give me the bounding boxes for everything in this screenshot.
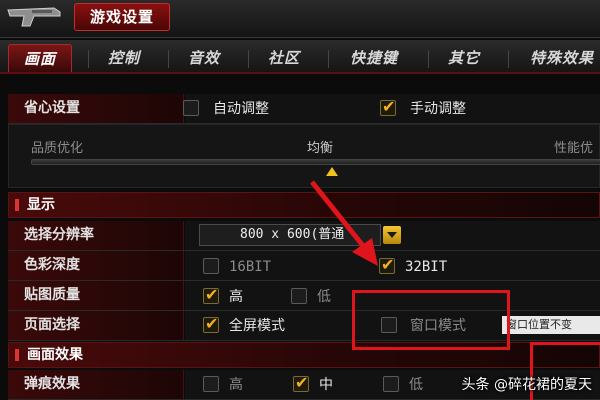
worry-free-row: 省心设置 自动调整 手动调整: [8, 94, 600, 124]
tab-controls[interactable]: 控制: [94, 44, 154, 72]
fullscreen-label: 全屏模式: [229, 318, 285, 334]
auto-adjust-checkbox[interactable]: [183, 100, 199, 116]
bullet-mid-label: 中: [319, 377, 333, 393]
texture-low-checkbox[interactable]: [291, 288, 307, 304]
bullet-low-checkbox[interactable]: [383, 376, 399, 392]
display-section-header: 显示: [8, 192, 600, 218]
manual-adjust-checkbox[interactable]: [380, 97, 396, 116]
color-16bit-label: 16BIT: [229, 259, 272, 275]
texture-quality-label: 贴图质量: [8, 281, 184, 310]
tab-divider: [248, 50, 249, 68]
resolution-row: 选择分辨率 800 x 600(普通: [8, 221, 600, 251]
quality-label-right: 性能优: [554, 141, 594, 156]
quality-slider-track[interactable]: [31, 159, 600, 165]
tab-sound[interactable]: 音效: [174, 44, 234, 72]
tab-special-effects[interactable]: 特殊效果: [514, 44, 600, 72]
tab-divider: [428, 50, 429, 68]
bullet-low-label: 低: [409, 377, 423, 393]
resolution-select[interactable]: 800 x 600(普通: [199, 224, 381, 246]
bullet-high-label: 高: [229, 377, 243, 393]
title-bar: 游戏设置: [0, 0, 600, 38]
bullet-mid-checkbox[interactable]: [293, 373, 309, 392]
bullet-marks-label: 弹痕效果: [8, 370, 184, 399]
texture-low-label: 低: [317, 289, 331, 305]
page-mode-label: 页面选择: [8, 311, 184, 340]
watermark-text: 头条 @碎花裙的夏天: [461, 377, 592, 393]
quality-label-left: 品质优化: [31, 141, 84, 156]
tab-divider: [88, 50, 89, 68]
color-32bit-label: 32BIT: [405, 259, 448, 275]
worry-free-options: 自动调整 手动调整: [183, 94, 600, 123]
manual-adjust-label: 手动调整: [410, 101, 466, 117]
color-depth-label: 色彩深度: [8, 251, 184, 280]
tab-divider: [508, 50, 509, 68]
window-title: 游戏设置: [74, 3, 170, 31]
effects-section-header: 画面效果: [8, 342, 600, 368]
bullet-high-checkbox[interactable]: [203, 376, 219, 392]
tab-other[interactable]: 其它: [434, 44, 494, 72]
auto-adjust-label: 自动调整: [213, 101, 269, 117]
tab-display[interactable]: 画面: [8, 44, 72, 72]
tab-divider: [328, 50, 329, 68]
tab-bar: 画面 控制 音效 社区 快捷键 其它 特殊效果: [0, 40, 600, 74]
worry-free-label: 省心设置: [8, 94, 184, 123]
resolution-body: 800 x 600(普通: [185, 221, 600, 250]
texture-high-label: 高: [229, 289, 243, 305]
dropdown-arrow-icon[interactable]: [383, 226, 401, 244]
color-32bit-checkbox[interactable]: [379, 255, 395, 274]
tab-hotkeys[interactable]: 快捷键: [334, 44, 414, 72]
resolution-label: 选择分辨率: [8, 221, 184, 250]
tab-community[interactable]: 社区: [254, 44, 314, 72]
annotation-box: [352, 290, 510, 350]
quality-slider-panel: 品质优化 均衡 性能优: [8, 124, 600, 188]
fullscreen-checkbox[interactable]: [203, 314, 219, 333]
texture-quality-row: 贴图质量 高 低: [8, 281, 600, 311]
color-depth-row: 色彩深度 16BIT 32BIT: [8, 251, 600, 281]
color-16bit-checkbox[interactable]: [203, 258, 219, 274]
pistol-icon: [7, 7, 61, 27]
texture-high-checkbox[interactable]: [203, 285, 219, 304]
tab-divider: [168, 50, 169, 68]
quality-label-mid: 均衡: [307, 141, 334, 156]
color-depth-body: 16BIT 32BIT: [185, 251, 600, 280]
quality-slider-thumb[interactable]: [326, 167, 338, 176]
window-position-note: 窗口位置不变: [502, 316, 600, 334]
